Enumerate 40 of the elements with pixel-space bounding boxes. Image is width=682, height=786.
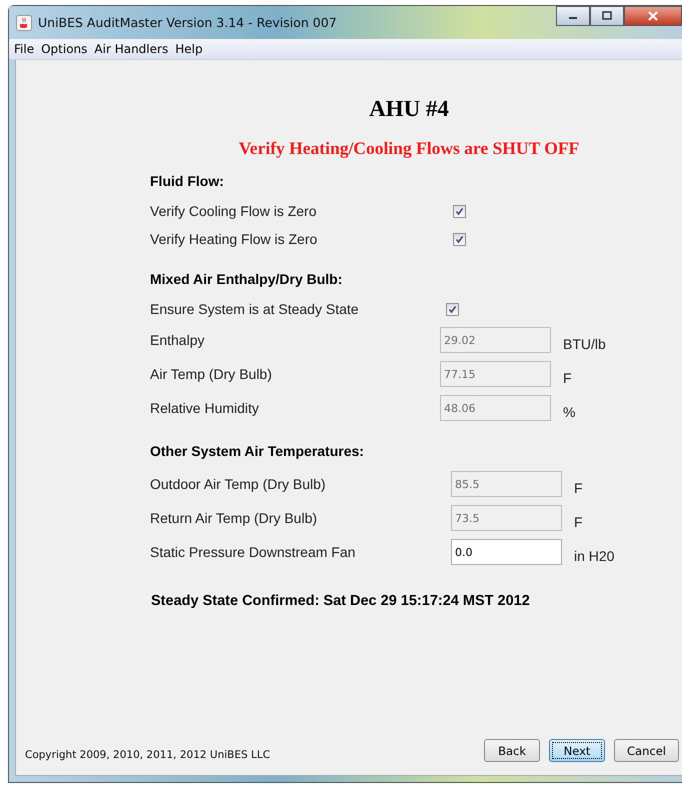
field-label: Static Pressure Downstream Fan [150, 544, 356, 560]
close-icon [647, 10, 659, 22]
section-heading: Fluid Flow: [150, 173, 225, 189]
field-label: Return Air Temp (Dry Bulb) [150, 510, 318, 526]
maximize-icon [602, 11, 612, 21]
section-heading: Mixed Air Enthalpy/Dry Bulb: [150, 271, 344, 287]
unit-label: F [574, 480, 583, 496]
menu-item[interactable]: Air Handlers [94, 42, 168, 56]
checkbox[interactable] [446, 302, 459, 316]
confirmation-text: Steady State Confirmed: Sat Dec 29 15:17:24 MST 2012 [150, 593, 531, 609]
checkbox[interactable] [453, 232, 466, 246]
field-label: Enthalpy [150, 332, 206, 348]
close-button[interactable] [624, 6, 682, 26]
dialog-button[interactable]: Cancel [614, 739, 679, 762]
warning-text: Verify Heating/Cooling Flows are SHUT OFF [238, 138, 580, 159]
page-heading: AHU #4 [368, 96, 450, 122]
copyright-text: Copyright 2009, 2010, 2011, 2012 UniBES LLC [25, 749, 270, 761]
field-label: Ensure System is at Steady State [150, 301, 360, 317]
unit-label: F [574, 514, 583, 530]
unit-label: in H20 [574, 548, 614, 564]
menu-item[interactable]: File [14, 42, 34, 56]
minimize-button[interactable] [556, 6, 590, 26]
window-title: UniBES AuditMaster Version 3.14 - Revision 007 [38, 15, 337, 30]
coffee-cup-icon [16, 14, 32, 30]
field-label: Air Temp (Dry Bulb) [150, 366, 273, 382]
input-field[interactable]: 0.0 [451, 539, 562, 565]
unit-label: % [563, 404, 576, 420]
menu-item[interactable]: Help [175, 42, 203, 56]
maximize-button[interactable] [590, 6, 624, 26]
unit-label: F [563, 370, 572, 386]
checkbox[interactable] [453, 204, 466, 218]
unit-label: BTU/lb [563, 336, 606, 352]
field-label: Outdoor Air Temp (Dry Bulb) [150, 476, 327, 492]
field-label: Verify Cooling Flow is Zero [150, 203, 318, 219]
section-heading: Other System Air Temperatures: [150, 443, 365, 459]
menu-item[interactable]: Options [41, 42, 88, 56]
field-label: Verify Heating Flow is Zero [150, 231, 318, 247]
field-label: Relative Humidity [150, 400, 260, 416]
dialog-button[interactable]: Next [549, 739, 606, 762]
dialog-button[interactable]: Back [484, 739, 540, 762]
